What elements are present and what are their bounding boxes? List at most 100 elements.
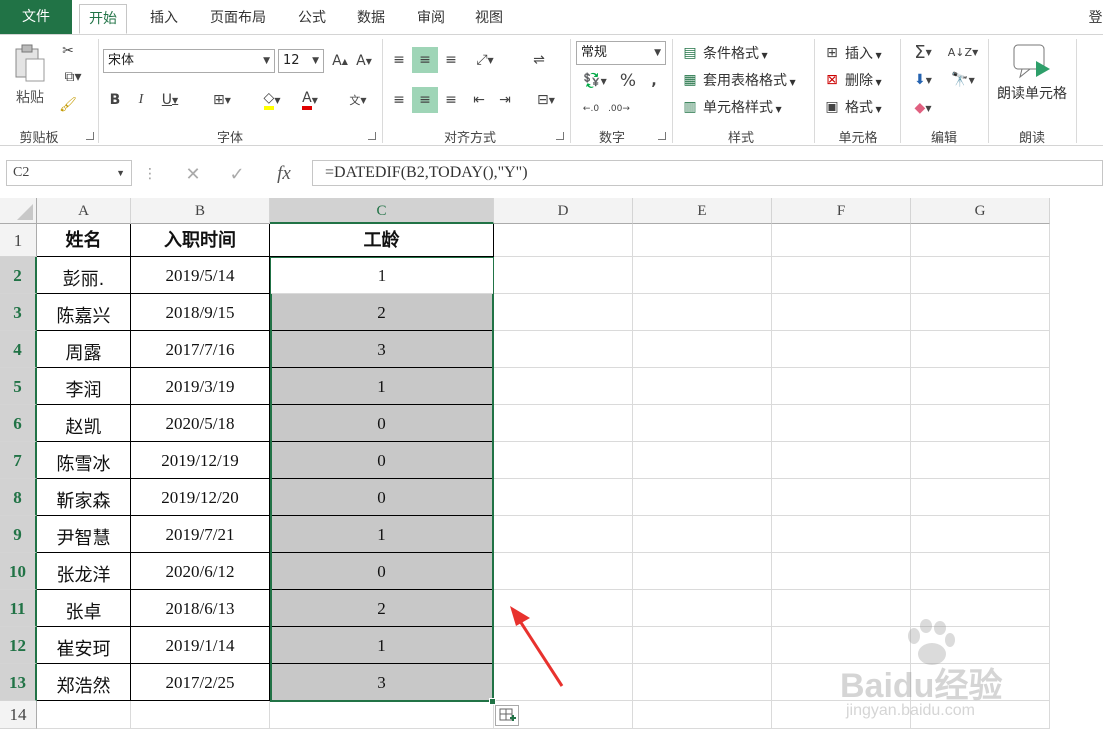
- cell-e5[interactable]: [633, 368, 772, 405]
- cell-d2[interactable]: [494, 257, 633, 294]
- cell-e12[interactable]: [633, 627, 772, 664]
- increase-indent-icon[interactable]: ⇥: [494, 87, 516, 113]
- cell-a13[interactable]: 郑浩然: [37, 664, 131, 701]
- cell-d5[interactable]: [494, 368, 633, 405]
- borders-icon[interactable]: ⊞ ▼: [204, 89, 240, 111]
- column-header-e[interactable]: E: [633, 198, 772, 224]
- insert-function-icon[interactable]: fx: [272, 161, 296, 187]
- format-cells-button[interactable]: 格式 ▼: [845, 97, 882, 117]
- tab-view[interactable]: 视图: [465, 4, 513, 34]
- fill-color-icon[interactable]: ◇ ▼: [254, 89, 290, 111]
- delete-cells-button[interactable]: 删除 ▼: [845, 70, 882, 90]
- align-right-icon[interactable]: ≡: [440, 87, 462, 113]
- cell-e4[interactable]: [633, 331, 772, 368]
- read-cells-button[interactable]: 朗读单元格: [992, 41, 1072, 111]
- sort-filter-icon[interactable]: A↓Z ▼: [946, 41, 980, 63]
- cell-d9[interactable]: [494, 516, 633, 553]
- tab-insert[interactable]: 插入: [140, 4, 188, 34]
- copy-icon[interactable]: ⧉▾: [58, 67, 88, 87]
- row-header-1[interactable]: 1: [0, 224, 37, 257]
- cell-b8[interactable]: 2019/12/20: [131, 479, 270, 516]
- row-header-3[interactable]: 3: [0, 294, 37, 331]
- row-header-12[interactable]: 12: [0, 627, 37, 664]
- cell-b7[interactable]: 2019/12/19: [131, 442, 270, 479]
- cell-g3[interactable]: [911, 294, 1050, 331]
- orientation-icon[interactable]: ⤢ ▼: [468, 47, 502, 73]
- fill-handle[interactable]: [489, 698, 496, 705]
- align-bottom-icon[interactable]: ≡: [440, 47, 462, 73]
- cell-e13[interactable]: [633, 664, 772, 701]
- align-center-icon[interactable]: ≡: [412, 87, 438, 113]
- column-header-a[interactable]: A: [37, 198, 131, 224]
- cell-a8[interactable]: 靳家森: [37, 479, 131, 516]
- cell-f7[interactable]: [772, 442, 911, 479]
- underline-icon[interactable]: U ▼: [156, 89, 184, 111]
- cell-b10[interactable]: 2020/6/12: [131, 553, 270, 590]
- cell-d4[interactable]: [494, 331, 633, 368]
- cell-f3[interactable]: [772, 294, 911, 331]
- font-size-select[interactable]: 12 ▼: [278, 49, 324, 73]
- cell-a12[interactable]: 崔安珂: [37, 627, 131, 664]
- cell-a7[interactable]: 陈雪冰: [37, 442, 131, 479]
- cell-f9[interactable]: [772, 516, 911, 553]
- cell-d1[interactable]: [494, 224, 633, 257]
- row-header-11[interactable]: 11: [0, 590, 37, 627]
- cell-b12[interactable]: 2019/1/14: [131, 627, 270, 664]
- align-left-icon[interactable]: ≡: [388, 87, 410, 113]
- cell-b4[interactable]: 2017/7/16: [131, 331, 270, 368]
- cell-g1[interactable]: [911, 224, 1050, 257]
- cell-b3[interactable]: 2018/9/15: [131, 294, 270, 331]
- cell-c1[interactable]: 工龄: [270, 224, 494, 257]
- cell-c14[interactable]: [270, 701, 494, 729]
- cell-e2[interactable]: [633, 257, 772, 294]
- cell-b9[interactable]: 2019/7/21: [131, 516, 270, 553]
- formula-input[interactable]: =DATEDIF(B2,TODAY(),"Y"): [312, 160, 1103, 186]
- select-all-corner[interactable]: [0, 198, 37, 224]
- number-format-select[interactable]: 常规 ▼: [576, 41, 666, 65]
- cell-g2[interactable]: [911, 257, 1050, 294]
- cell-b6[interactable]: 2020/5/18: [131, 405, 270, 442]
- alignment-launcher-icon[interactable]: [556, 132, 564, 140]
- insert-cells-button[interactable]: 插入 ▼: [845, 43, 882, 63]
- find-select-icon[interactable]: 🔭 ▼: [946, 69, 980, 91]
- cell-f10[interactable]: [772, 553, 911, 590]
- cell-g9[interactable]: [911, 516, 1050, 553]
- cell-d10[interactable]: [494, 553, 633, 590]
- phonetic-icon[interactable]: 文 ▼: [340, 89, 376, 111]
- comma-style-icon[interactable]: ,: [646, 69, 662, 93]
- font-launcher-icon[interactable]: [368, 132, 376, 140]
- row-header-9[interactable]: 9: [0, 516, 37, 553]
- decrease-indent-icon[interactable]: ⇤: [468, 87, 490, 113]
- clipboard-launcher-icon[interactable]: [86, 132, 94, 140]
- cell-g4[interactable]: [911, 331, 1050, 368]
- tab-home[interactable]: 开始: [79, 4, 127, 34]
- cell-e10[interactable]: [633, 553, 772, 590]
- accounting-format-icon[interactable]: 💱 ▼: [578, 69, 612, 93]
- cell-d7[interactable]: [494, 442, 633, 479]
- cell-a5[interactable]: 李润: [37, 368, 131, 405]
- merge-center-icon[interactable]: ⊟ ▼: [528, 87, 564, 113]
- row-header-2[interactable]: 2: [0, 257, 37, 294]
- row-header-4[interactable]: 4: [0, 331, 37, 368]
- cell-f2[interactable]: [772, 257, 911, 294]
- row-header-10[interactable]: 10: [0, 553, 37, 590]
- tab-file[interactable]: 文件: [0, 0, 72, 34]
- column-header-d[interactable]: D: [494, 198, 633, 224]
- paste-button[interactable]: 粘贴: [8, 41, 52, 111]
- cell-d6[interactable]: [494, 405, 633, 442]
- cell-e11[interactable]: [633, 590, 772, 627]
- percent-icon[interactable]: %: [618, 69, 638, 93]
- row-header-14[interactable]: 14: [0, 701, 37, 729]
- cell-g5[interactable]: [911, 368, 1050, 405]
- cell-f5[interactable]: [772, 368, 911, 405]
- column-header-b[interactable]: B: [131, 198, 270, 224]
- cell-a1[interactable]: 姓名: [37, 224, 131, 257]
- cell-style-button[interactable]: 单元格样式 ▼: [703, 97, 782, 117]
- font-name-select[interactable]: 宋体 ▼: [103, 49, 275, 73]
- row-header-5[interactable]: 5: [0, 368, 37, 405]
- autosum-icon[interactable]: Σ ▼: [906, 41, 940, 63]
- cell-a3[interactable]: 陈嘉兴: [37, 294, 131, 331]
- tab-data[interactable]: 数据: [347, 4, 395, 34]
- row-header-6[interactable]: 6: [0, 405, 37, 442]
- cell-b5[interactable]: 2019/3/19: [131, 368, 270, 405]
